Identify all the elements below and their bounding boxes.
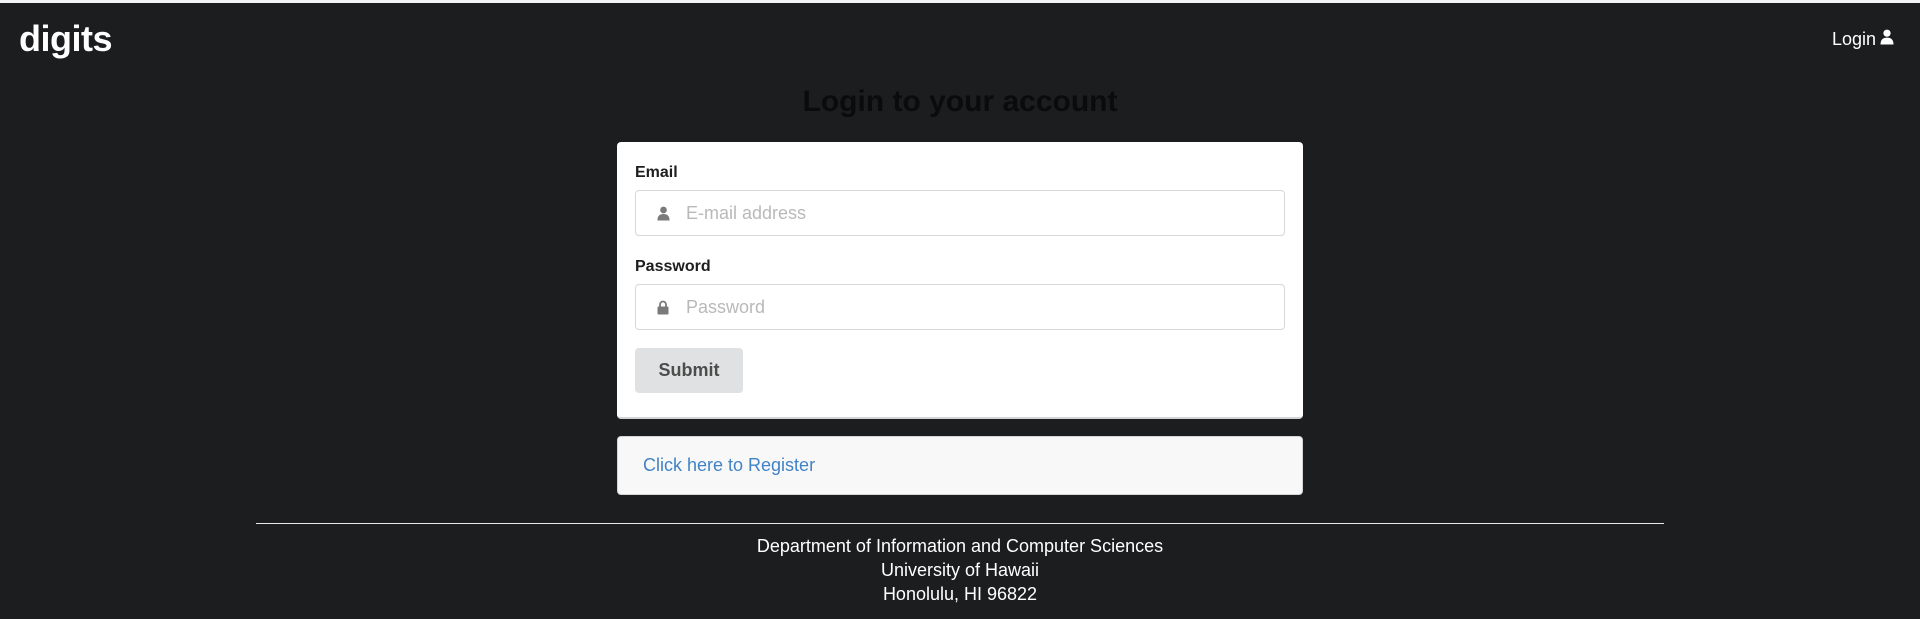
lock-icon: [654, 298, 672, 316]
footer-divider: [256, 523, 1664, 524]
email-label: Email: [635, 164, 678, 181]
user-icon: [654, 204, 672, 222]
register-link[interactable]: Click here to Register: [643, 455, 815, 476]
login-menu-item[interactable]: Login: [1832, 29, 1894, 50]
email-field-wrapper: [635, 190, 1285, 236]
password-input[interactable]: [684, 284, 1284, 330]
login-form-card: Email Password Submit: [617, 142, 1303, 419]
footer-department: Department of Information and Computer S…: [756, 536, 1164, 556]
submit-button[interactable]: Submit: [635, 348, 743, 393]
login-label: Login: [1831, 29, 1876, 49]
navbar: digits Login: [0, 3, 1920, 77]
password-label: Password: [635, 258, 711, 275]
email-input[interactable]: [684, 190, 1284, 236]
brand-logo[interactable]: digits: [19, 18, 113, 60]
register-message: Click here to Register: [617, 436, 1303, 495]
footer-address: Honolulu, HI 96822: [882, 584, 1038, 604]
page-title: Login to your account: [802, 85, 1118, 118]
footer-university: University of Hawaii: [880, 560, 1040, 580]
user-icon: [1880, 29, 1894, 50]
password-field-wrapper: [635, 284, 1285, 330]
footer: Department of Information and Computer S…: [0, 534, 1920, 606]
